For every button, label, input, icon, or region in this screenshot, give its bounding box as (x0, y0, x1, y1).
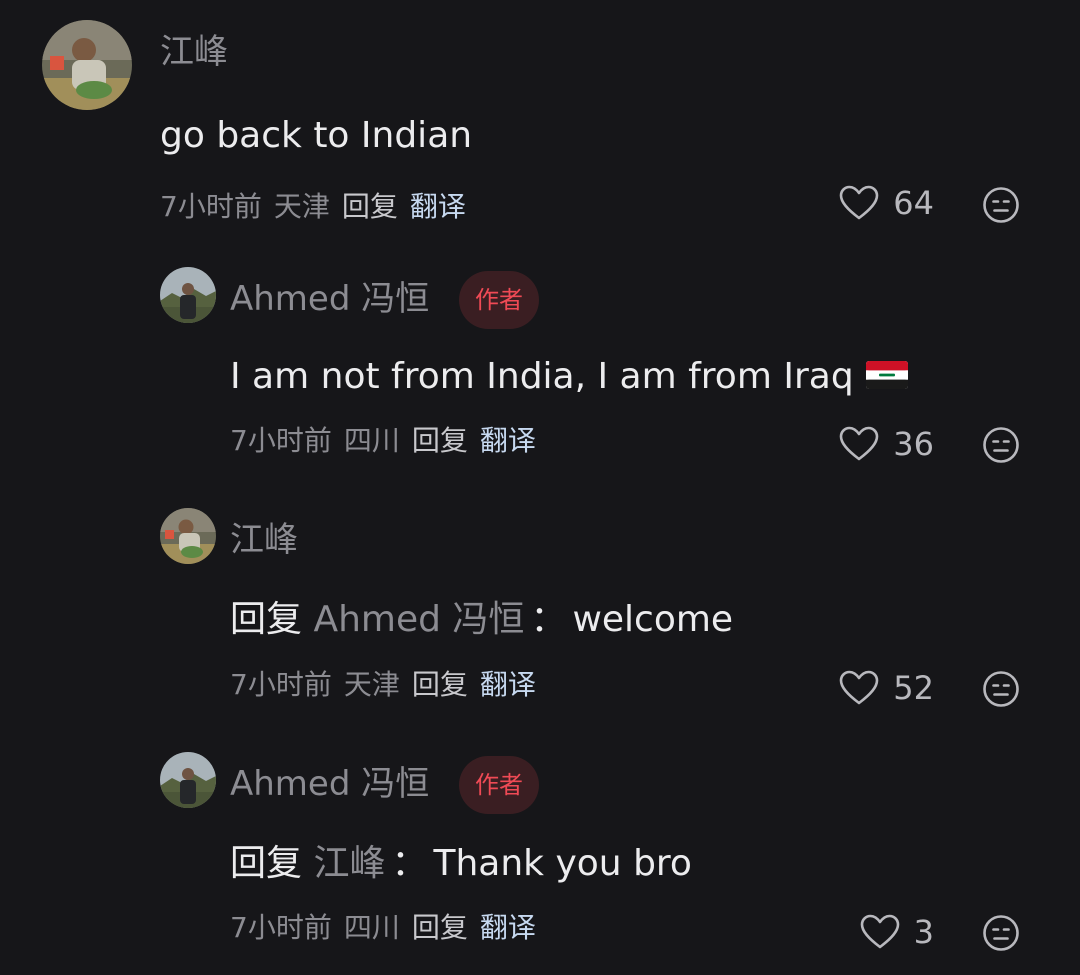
like-button[interactable]: 64 (820, 183, 934, 223)
reply-button[interactable]: 回复 (412, 911, 468, 944)
dislike-button[interactable] (982, 914, 1020, 952)
comment-text: 回复 江峰： Thank you bro (230, 842, 692, 886)
username[interactable]: Ahmed 冯恒 (230, 764, 429, 804)
dislike-button[interactable] (982, 426, 1020, 464)
heart-icon (839, 185, 879, 220)
comment-text: I am not from India, I am from Iraq (230, 355, 908, 399)
timestamp: 7小时前 (160, 190, 262, 223)
iraq-flag-icon (865, 361, 908, 389)
comment-meta: 7小时前 天津 回复 翻译 (230, 667, 548, 703)
like-count: 3 (913, 913, 934, 951)
timestamp: 7小时前 (230, 911, 332, 944)
username[interactable]: 江峰 (230, 520, 298, 560)
comment-text-body: welcome (572, 599, 734, 640)
comment-text: 回复 Ahmed 冯恒： welcome (230, 598, 733, 642)
like-button[interactable]: 3 (820, 912, 934, 952)
author-badge: 作者 (459, 271, 539, 329)
comment-text-body: Thank you bro (433, 843, 692, 884)
avatar-jiangfeng[interactable] (160, 508, 216, 564)
translate-button[interactable]: 翻译 (410, 190, 466, 223)
timestamp: 7小时前 (230, 668, 332, 701)
avatar-ahmed[interactable] (160, 267, 216, 323)
author-badge: 作者 (459, 756, 539, 814)
dislike-face-icon (983, 187, 1019, 223)
reply-target-user[interactable]: Ahmed 冯恒 (313, 599, 524, 640)
reply-button[interactable]: 回复 (412, 424, 468, 457)
translate-button[interactable]: 翻译 (480, 911, 536, 944)
avatar-ahmed[interactable] (160, 752, 216, 808)
comment-meta: 7小时前 天津 回复 翻译 (160, 189, 478, 225)
username[interactable]: 江峰 (160, 32, 228, 72)
heart-icon (860, 914, 899, 949)
heart-icon (839, 426, 879, 461)
reply-prefix: 回复 (230, 599, 303, 640)
dislike-button[interactable] (982, 670, 1020, 708)
like-button[interactable]: 52 (820, 668, 934, 708)
reply-colon: ： (391, 843, 428, 884)
like-count: 64 (893, 184, 934, 222)
like-button[interactable]: 36 (820, 424, 934, 464)
dislike-face-icon (983, 427, 1019, 463)
dislike-face-icon (983, 915, 1019, 951)
heart-icon (839, 670, 879, 705)
reply-button[interactable]: 回复 (342, 190, 398, 223)
location: 四川 (343, 424, 400, 457)
reply-colon: ： (530, 599, 567, 640)
location: 天津 (343, 668, 400, 701)
username[interactable]: Ahmed 冯恒 (230, 279, 429, 319)
dislike-face-icon (983, 671, 1019, 707)
like-count: 52 (893, 669, 934, 707)
comment-meta: 7小时前 四川 回复 翻译 (230, 910, 548, 946)
location: 天津 (273, 190, 330, 223)
avatar-jiangfeng[interactable] (42, 20, 132, 110)
translate-button[interactable]: 翻译 (480, 424, 536, 457)
comment-meta: 7小时前 四川 回复 翻译 (230, 423, 548, 459)
location: 四川 (343, 911, 400, 944)
comment-text: go back to Indian (160, 115, 473, 156)
comment-text-body: I am not from India, I am from Iraq (230, 356, 854, 397)
reply-target-user[interactable]: 江峰 (313, 843, 385, 884)
dislike-button[interactable] (982, 186, 1020, 224)
like-count: 36 (893, 425, 934, 463)
timestamp: 7小时前 (230, 424, 332, 457)
translate-button[interactable]: 翻译 (480, 668, 536, 701)
reply-button[interactable]: 回复 (412, 668, 468, 701)
reply-prefix: 回复 (230, 843, 303, 884)
